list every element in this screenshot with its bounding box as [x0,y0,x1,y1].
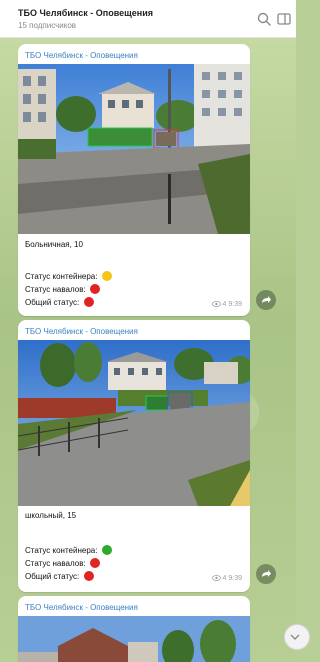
overall-status-label: Общий статус: [25,572,80,582]
message-channel-name[interactable]: ТБО Челябинск - Оповещения [25,327,138,336]
views-icon [211,301,221,308]
overall-status-indicator [83,571,94,581]
container-status-line: Статус контейнера: [25,271,112,282]
subscriber-count: 15 подписчиков [18,21,77,30]
camera-photo[interactable] [18,616,250,662]
view-count: 4 [222,301,227,308]
forward-arrow-icon [262,570,271,577]
dump-status-label: Статус навалов: [25,559,86,569]
views-icon [211,575,221,582]
dump-status-indicator [89,558,100,568]
message-channel-name[interactable]: ТБО Челябинск - Оповещения [25,51,138,60]
message-channel-name[interactable]: ТБО Челябинск - Оповещения [25,603,138,612]
dump-status-label: Статус навалов: [25,285,86,295]
container-status-indicator [101,545,112,555]
overall-status-line: Общий статус: [25,571,94,582]
chat-header: ТБО Челябинск - Оповещения 15 подписчико… [0,0,296,38]
message-post[interactable]: ТБО Челябинск - Оповещения [18,596,250,662]
message-post[interactable]: ТБО Челябинск - Оповещения [18,320,250,592]
message-address: школьный, 15 [25,511,77,520]
container-status-line: Статус контейнера: [25,545,112,556]
forward-arrow-icon [262,296,271,303]
dump-status-indicator [89,284,100,294]
sidebar-toggle-icon[interactable] [276,11,292,27]
dump-status-line: Статус навалов: [25,558,100,569]
scroll-down-button[interactable] [284,624,310,650]
message-address: Больничная, 10 [25,240,83,249]
container-status-label: Статус контейнера: [25,546,98,556]
overall-status-indicator [83,297,94,307]
message-post[interactable]: ТБО Челябинск - Оповещения [18,44,250,316]
container-status-indicator [101,271,112,281]
dump-status-line: Статус навалов: [25,284,100,295]
search-icon[interactable] [256,11,272,27]
forward-button[interactable] [256,564,276,584]
chevron-down-icon [290,634,300,640]
message-meta: 4 9:39 [211,301,242,308]
camera-photo[interactable] [18,340,250,506]
forward-button[interactable] [256,290,276,310]
camera-photo[interactable] [18,64,250,234]
message-meta: 4 9:39 [211,575,242,582]
view-count: 4 [222,575,227,582]
overall-status-line: Общий статус: [25,297,94,308]
channel-title[interactable]: ТБО Челябинск - Оповещения [18,8,153,18]
container-status-label: Статус контейнера: [25,272,98,282]
message-time: 9:39 [228,575,242,582]
message-time: 9:39 [228,301,242,308]
overall-status-label: Общий статус: [25,298,80,308]
